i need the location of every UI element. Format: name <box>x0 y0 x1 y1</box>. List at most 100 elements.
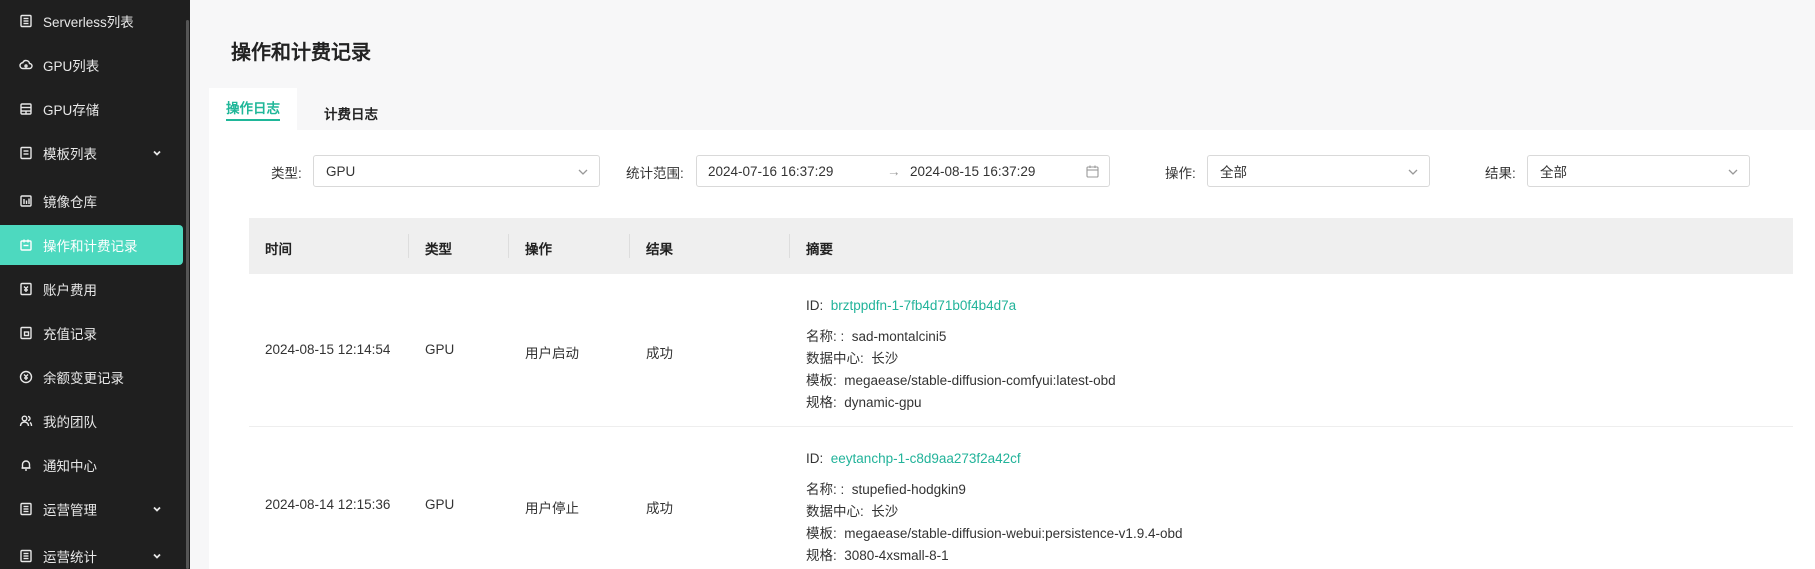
summary-dc-key: 数据中心: <box>806 504 864 519</box>
image-repo-icon <box>19 194 33 208</box>
sidebar: Serverless列表 GPU列表 GPU存储 模板列表 镜像仓库 操作和计费… <box>0 0 190 569</box>
summary-dc-value: 长沙 <box>871 504 899 519</box>
summary-id: ID: brztppdfn-1-7fb4d71b0f4b4d7a <box>806 298 1016 313</box>
summary-spec: 规格: 3080-4xsmall-8-1 <box>806 544 949 564</box>
action-select-value: 全部 <box>1220 165 1247 180</box>
column-header-result: 结果 <box>646 242 673 257</box>
summary-tpl-key: 模板: <box>806 373 837 388</box>
tabs-bar: 操作日志 计费日志 <box>209 88 1815 130</box>
sidebar-scrollbar[interactable] <box>186 20 189 569</box>
column-header-summary: 摘要 <box>806 242 833 257</box>
list-icon <box>19 14 33 28</box>
summary-name: 名称: : stupefied-hodgkin9 <box>806 478 966 498</box>
ops-icon <box>19 502 33 516</box>
page-title: 操作和计费记录 <box>231 42 371 64</box>
summary-datacenter: 数据中心: 长沙 <box>806 347 898 367</box>
row-type: GPU <box>425 342 455 357</box>
column-divider <box>789 234 790 258</box>
column-divider <box>508 234 509 258</box>
summary-id-link[interactable]: brztppdfn-1-7fb4d71b0f4b4d7a <box>831 298 1016 313</box>
type-select-value: GPU <box>326 163 356 179</box>
row-result: 成功 <box>646 501 673 516</box>
table-row: 2024-08-15 12:14:54 GPU 用户启动 成功 ID: brzt… <box>249 274 1793 427</box>
sidebar-item-label: GPU列表 <box>43 59 100 74</box>
date-range-picker[interactable]: 2024-07-16 16:37:29 → 2024-08-15 16:37:2… <box>696 155 1110 187</box>
summary-spec-value: dynamic-gpu <box>844 395 922 410</box>
summary-dc-value: 长沙 <box>871 351 899 366</box>
range-start-input[interactable]: 2024-07-16 16:37:29 <box>708 164 833 179</box>
summary-dc-key: 数据中心: <box>806 351 864 366</box>
row-time: 2024-08-14 12:15:36 <box>265 497 391 512</box>
summary-spec-value: 3080-4xsmall-8-1 <box>844 548 949 563</box>
storage-icon <box>19 102 33 116</box>
bell-icon <box>19 458 33 472</box>
action-select[interactable]: 全部 <box>1207 155 1430 187</box>
summary-name-key: 名称: : <box>806 329 845 344</box>
tab-operation-log[interactable]: 操作日志 <box>209 88 297 130</box>
type-filter-label: 类型: <box>271 166 302 181</box>
team-icon <box>19 414 33 428</box>
summary-datacenter: 数据中心: 长沙 <box>806 500 898 520</box>
sidebar-item-operation-billing-records[interactable]: 操作和计费记录 <box>0 225 183 265</box>
sidebar-item-label: 镜像仓库 <box>43 195 97 210</box>
sidebar-item-my-team[interactable]: 我的团队 <box>0 401 183 441</box>
template-icon <box>19 146 33 160</box>
table-header: 时间 类型 操作 结果 摘要 <box>249 218 1793 274</box>
sidebar-item-ops-management[interactable]: 运营管理 <box>0 489 183 529</box>
sidebar-item-label: 通知中心 <box>43 459 97 474</box>
sidebar-item-label: 模板列表 <box>43 147 97 162</box>
sidebar-item-serverless-list[interactable]: Serverless列表 <box>0 1 183 41</box>
summary-name-value: sad-montalcini5 <box>851 329 947 344</box>
result-select[interactable]: 全部 <box>1527 155 1750 187</box>
sidebar-item-account-fee[interactable]: 账户费用 <box>0 269 183 309</box>
sidebar-item-template-list[interactable]: 模板列表 <box>0 133 183 173</box>
range-end-input[interactable]: 2024-08-15 16:37:29 <box>910 164 1035 179</box>
sidebar-item-gpu-storage[interactable]: GPU存储 <box>0 89 183 129</box>
tab-billing-log[interactable]: 计费日志 <box>307 92 395 134</box>
row-type: GPU <box>425 497 455 512</box>
chevron-down-icon <box>577 166 589 178</box>
row-action: 用户启动 <box>525 346 579 361</box>
summary-id-link[interactable]: eeytanchp-1-c8d9aa273f2a42cf <box>831 451 1021 466</box>
column-header-time: 时间 <box>265 242 292 257</box>
sidebar-item-label: 我的团队 <box>43 415 97 430</box>
summary-tpl-value: megaease/stable-diffusion-comfyui:latest… <box>844 373 1116 388</box>
chevron-down-icon <box>1407 166 1419 178</box>
chevron-down-icon <box>1727 166 1739 178</box>
summary-template: 模板: megaease/stable-diffusion-comfyui:la… <box>806 369 1116 389</box>
sidebar-item-label: 余额变更记录 <box>43 371 124 386</box>
sidebar-item-label: 运营统计 <box>43 550 97 565</box>
range-filter-label: 统计范围: <box>626 166 684 181</box>
sidebar-item-recharge-records[interactable]: 充值记录 <box>0 313 183 353</box>
sidebar-item-ops-stats[interactable]: 运营统计 <box>0 536 183 569</box>
sidebar-item-image-repo[interactable]: 镜像仓库 <box>0 181 183 221</box>
summary-spec: 规格: dynamic-gpu <box>806 391 922 411</box>
cloud-icon <box>19 58 33 72</box>
chevron-down-icon <box>151 503 163 515</box>
range-arrow-icon: → <box>887 164 901 179</box>
column-divider <box>408 234 409 258</box>
row-time: 2024-08-15 12:14:54 <box>265 342 391 357</box>
sidebar-item-label: Serverless列表 <box>43 15 134 30</box>
sidebar-item-label: 充值记录 <box>43 327 97 342</box>
summary-id-key: ID: <box>806 298 824 313</box>
summary-tpl-value: megaease/stable-diffusion-webui:persiste… <box>844 526 1183 541</box>
summary-tpl-key: 模板: <box>806 526 837 541</box>
sidebar-item-label: 账户费用 <box>43 283 97 298</box>
row-result: 成功 <box>646 346 673 361</box>
recharge-icon <box>19 326 33 340</box>
record-icon <box>19 238 33 252</box>
summary-name-key: 名称: : <box>806 482 845 497</box>
type-select[interactable]: GPU <box>313 155 600 187</box>
summary-template: 模板: megaease/stable-diffusion-webui:pers… <box>806 522 1182 542</box>
sidebar-item-label: GPU存储 <box>43 103 100 118</box>
sidebar-item-label: 运营管理 <box>43 503 97 518</box>
sidebar-item-notification-center[interactable]: 通知中心 <box>0 445 183 485</box>
column-header-action: 操作 <box>525 242 552 257</box>
summary-spec-key: 规格: <box>806 548 837 563</box>
sidebar-item-label: 操作和计费记录 <box>43 239 138 254</box>
sidebar-item-balance-change-records[interactable]: 余额变更记录 <box>0 357 183 397</box>
stats-icon <box>19 549 33 563</box>
column-divider <box>629 234 630 258</box>
sidebar-item-gpu-list[interactable]: GPU列表 <box>0 45 183 85</box>
